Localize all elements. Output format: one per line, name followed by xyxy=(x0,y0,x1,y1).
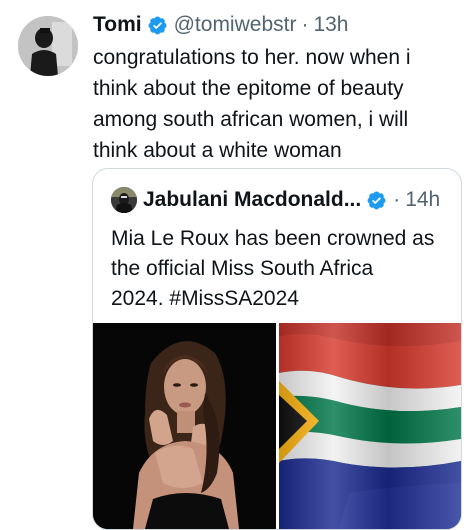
tweet[interactable]: Tomi @tomiwebstr · 13h congratulations t… xyxy=(0,0,474,530)
south-africa-flag-photo[interactable] xyxy=(279,323,461,529)
quoted-tweet-media xyxy=(93,323,461,529)
quoted-tweet[interactable]: Jabulani Macdonald... · 14h Mia Le Roux … xyxy=(92,168,462,530)
author-name[interactable]: Tomi xyxy=(93,13,142,37)
quoted-tweet-timestamp[interactable]: 14h xyxy=(405,188,440,212)
quoted-avatar-photo xyxy=(111,187,137,213)
verified-badge-icon xyxy=(148,16,167,34)
tweet-text: congratulations to her. now when i think… xyxy=(93,46,411,162)
flag-image xyxy=(279,323,461,529)
quoted-tweet-text: Mia Le Roux has been crowned as the offi… xyxy=(111,227,435,310)
quoted-author-avatar[interactable] xyxy=(111,187,137,213)
tweet-timestamp[interactable]: 13h xyxy=(313,13,348,37)
quoted-author-name[interactable]: Jabulani Macdonald... xyxy=(143,188,361,212)
author-handle[interactable]: @tomiwebstr xyxy=(174,13,297,37)
tweet-header: Tomi @tomiwebstr · 13h xyxy=(93,10,349,40)
portrait-image xyxy=(93,323,276,529)
woman-portrait-photo[interactable] xyxy=(93,323,276,529)
author-avatar[interactable] xyxy=(18,16,78,76)
quoted-tweet-header: Jabulani Macdonald... · 14h xyxy=(111,185,440,215)
quoted-header-separator: · xyxy=(393,188,401,211)
verified-badge-icon xyxy=(367,191,386,209)
header-separator: · xyxy=(301,13,309,36)
avatar-photo xyxy=(18,16,78,76)
